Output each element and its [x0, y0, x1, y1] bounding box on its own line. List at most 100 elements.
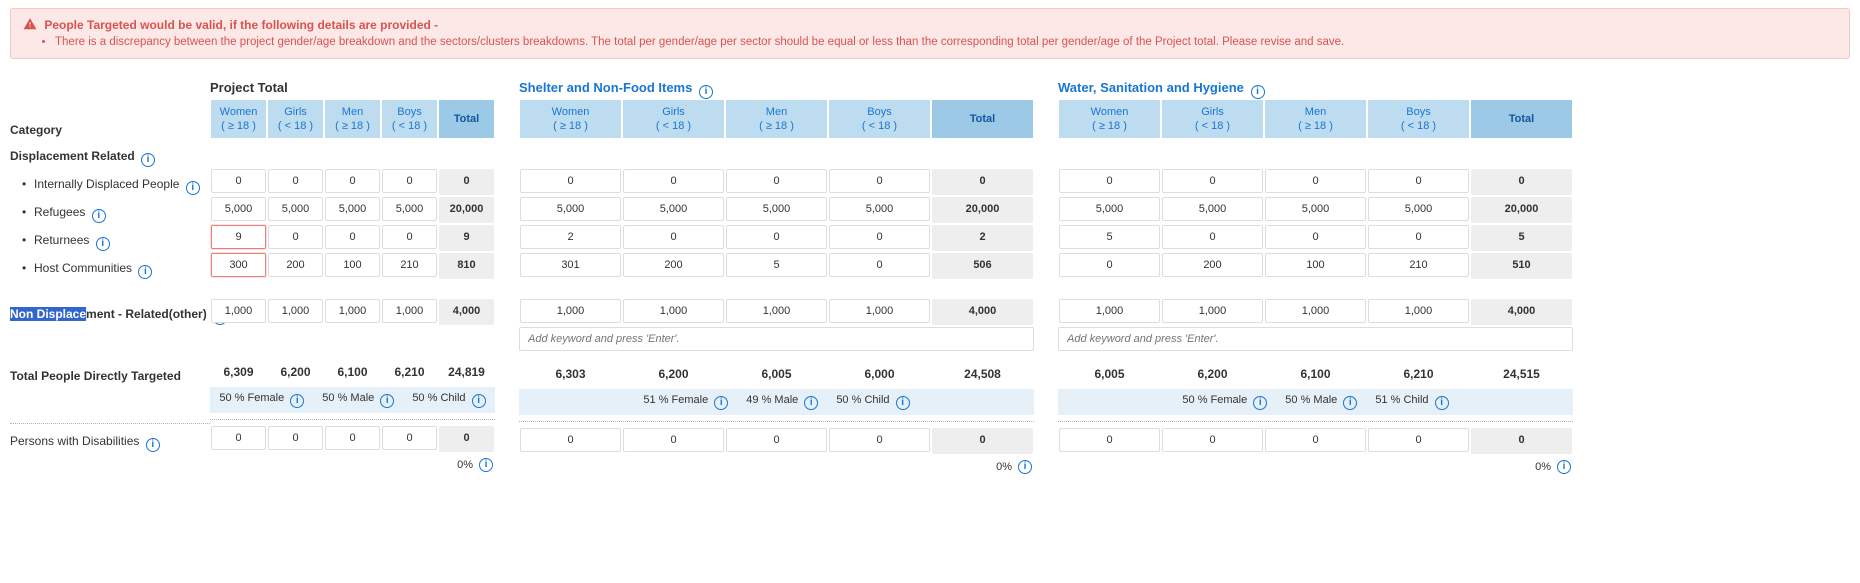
host-women-input[interactable] — [1059, 253, 1160, 277]
returnees-girls-input[interactable] — [268, 225, 323, 249]
info-icon[interactable]: i — [1343, 396, 1357, 410]
host-boys-input[interactable] — [382, 253, 437, 277]
pwd-boys-input[interactable] — [1368, 428, 1469, 452]
refugees-men-input[interactable] — [1265, 197, 1366, 221]
host-women-input[interactable] — [211, 253, 266, 277]
section-title[interactable]: Water, Sanitation and Hygiene i — [1058, 77, 1573, 99]
info-icon[interactable]: i — [290, 394, 304, 408]
idp-boys-input[interactable] — [382, 169, 437, 193]
pwd-girls-input[interactable] — [1162, 428, 1263, 452]
nondisp-men-input[interactable] — [1265, 299, 1366, 323]
pwd-boys-input[interactable] — [829, 428, 930, 452]
idp-men-input[interactable] — [1265, 169, 1366, 193]
returnees-women-input[interactable] — [1059, 225, 1160, 249]
refugees-men-input[interactable] — [325, 197, 380, 221]
host-girls-input[interactable] — [268, 253, 323, 277]
host-boys-input[interactable] — [829, 253, 930, 277]
pwd-women-input[interactable] — [520, 428, 621, 452]
idp-men-input[interactable] — [325, 169, 380, 193]
refugees-boys-input[interactable] — [1368, 197, 1469, 221]
returnees-boys-input[interactable] — [382, 225, 437, 249]
returnees-girls-input[interactable] — [1162, 225, 1263, 249]
returnees-women-input[interactable] — [211, 225, 266, 249]
host-women-input[interactable] — [520, 253, 621, 277]
nondisp-men-input[interactable] — [325, 299, 380, 323]
info-icon[interactable]: i — [92, 209, 106, 223]
pwd-men-input[interactable] — [1265, 428, 1366, 452]
info-icon[interactable]: i — [1435, 396, 1449, 410]
pwd-men-input[interactable] — [726, 428, 827, 452]
returnees-boys-input[interactable] — [1368, 225, 1469, 249]
info-icon[interactable]: i — [896, 396, 910, 410]
info-icon[interactable]: i — [472, 394, 486, 408]
refugees-men-input[interactable] — [726, 197, 827, 221]
returnees-boys-input[interactable] — [829, 225, 930, 249]
host-boys-input[interactable] — [1368, 253, 1469, 277]
pwd-men-input[interactable] — [325, 426, 380, 450]
info-icon[interactable]: i — [479, 458, 493, 472]
info-icon[interactable]: i — [1557, 460, 1571, 474]
refugees-girls-input[interactable] — [1162, 197, 1263, 221]
returnees-men-input[interactable] — [726, 225, 827, 249]
idp-girls-input[interactable] — [623, 169, 724, 193]
nondisp-boys-input[interactable] — [829, 299, 930, 323]
refugees-women-input[interactable] — [1059, 197, 1160, 221]
nondisp-women-input[interactable] — [520, 299, 621, 323]
refugees-women-input[interactable] — [211, 197, 266, 221]
idp-men-input[interactable] — [726, 169, 827, 193]
info-icon[interactable]: i — [1251, 85, 1265, 99]
info-icon[interactable]: i — [804, 396, 818, 410]
refugees-women-input[interactable] — [520, 197, 621, 221]
host-girls-input[interactable] — [623, 253, 724, 277]
idp-girls-input[interactable] — [268, 169, 323, 193]
idp-girls-input[interactable] — [1162, 169, 1263, 193]
info-icon[interactable]: i — [380, 394, 394, 408]
info-icon[interactable]: i — [714, 396, 728, 410]
section-title[interactable]: Shelter and Non-Food Items i — [519, 77, 1034, 99]
returnees-men-input[interactable] — [325, 225, 380, 249]
host-men-input[interactable] — [325, 253, 380, 277]
pwd-boys-input[interactable] — [382, 426, 437, 450]
info-icon[interactable]: i — [141, 153, 155, 167]
idp-women-input[interactable] — [211, 169, 266, 193]
nondisp-men-input[interactable] — [726, 299, 827, 323]
nondisp-girls-input[interactable] — [268, 299, 323, 323]
nondisp-boys-input[interactable] — [1368, 299, 1469, 323]
refugees-boys-input[interactable] — [829, 197, 930, 221]
info-icon[interactable]: i — [1253, 396, 1267, 410]
info-icon[interactable]: i — [699, 85, 713, 99]
nondisp-girls-input[interactable] — [1162, 299, 1263, 323]
returnees-women-input[interactable] — [520, 225, 621, 249]
idp-women-input[interactable] — [1059, 169, 1160, 193]
header-boys: Boys( < 18 ) — [828, 99, 931, 139]
header-girls: Girls( < 18 ) — [1161, 99, 1264, 139]
returnees-men-input[interactable] — [1265, 225, 1366, 249]
host-men-input[interactable] — [726, 253, 827, 277]
idp-boys-input[interactable] — [829, 169, 930, 193]
pwd-girls-input[interactable] — [623, 428, 724, 452]
host-men-input[interactable] — [1265, 253, 1366, 277]
info-icon[interactable]: i — [138, 265, 152, 279]
refugees-boys-input[interactable] — [382, 197, 437, 221]
refugees-total: 20,000 — [932, 197, 1033, 223]
info-icon[interactable]: i — [96, 237, 110, 251]
idp-women-input[interactable] — [520, 169, 621, 193]
nondisp-boys-input[interactable] — [382, 299, 437, 323]
info-icon[interactable]: i — [186, 181, 200, 195]
keyword-input[interactable] — [519, 327, 1034, 351]
nondisp-women-input[interactable] — [211, 299, 266, 323]
pwd-women-input[interactable] — [1059, 428, 1160, 452]
nondisp-women-input[interactable] — [1059, 299, 1160, 323]
host-girls-input[interactable] — [1162, 253, 1263, 277]
info-icon[interactable]: i — [146, 438, 160, 452]
returnees-girls-input[interactable] — [623, 225, 724, 249]
info-icon[interactable]: i — [1018, 460, 1032, 474]
pwd-girls-input[interactable] — [268, 426, 323, 450]
pwd-women-input[interactable] — [211, 426, 266, 450]
keyword-input[interactable] — [1058, 327, 1573, 351]
refugees-girls-input[interactable] — [623, 197, 724, 221]
refugees-girls-input[interactable] — [268, 197, 323, 221]
direct-boys: 6,000 — [829, 361, 930, 387]
nondisp-girls-input[interactable] — [623, 299, 724, 323]
idp-boys-input[interactable] — [1368, 169, 1469, 193]
